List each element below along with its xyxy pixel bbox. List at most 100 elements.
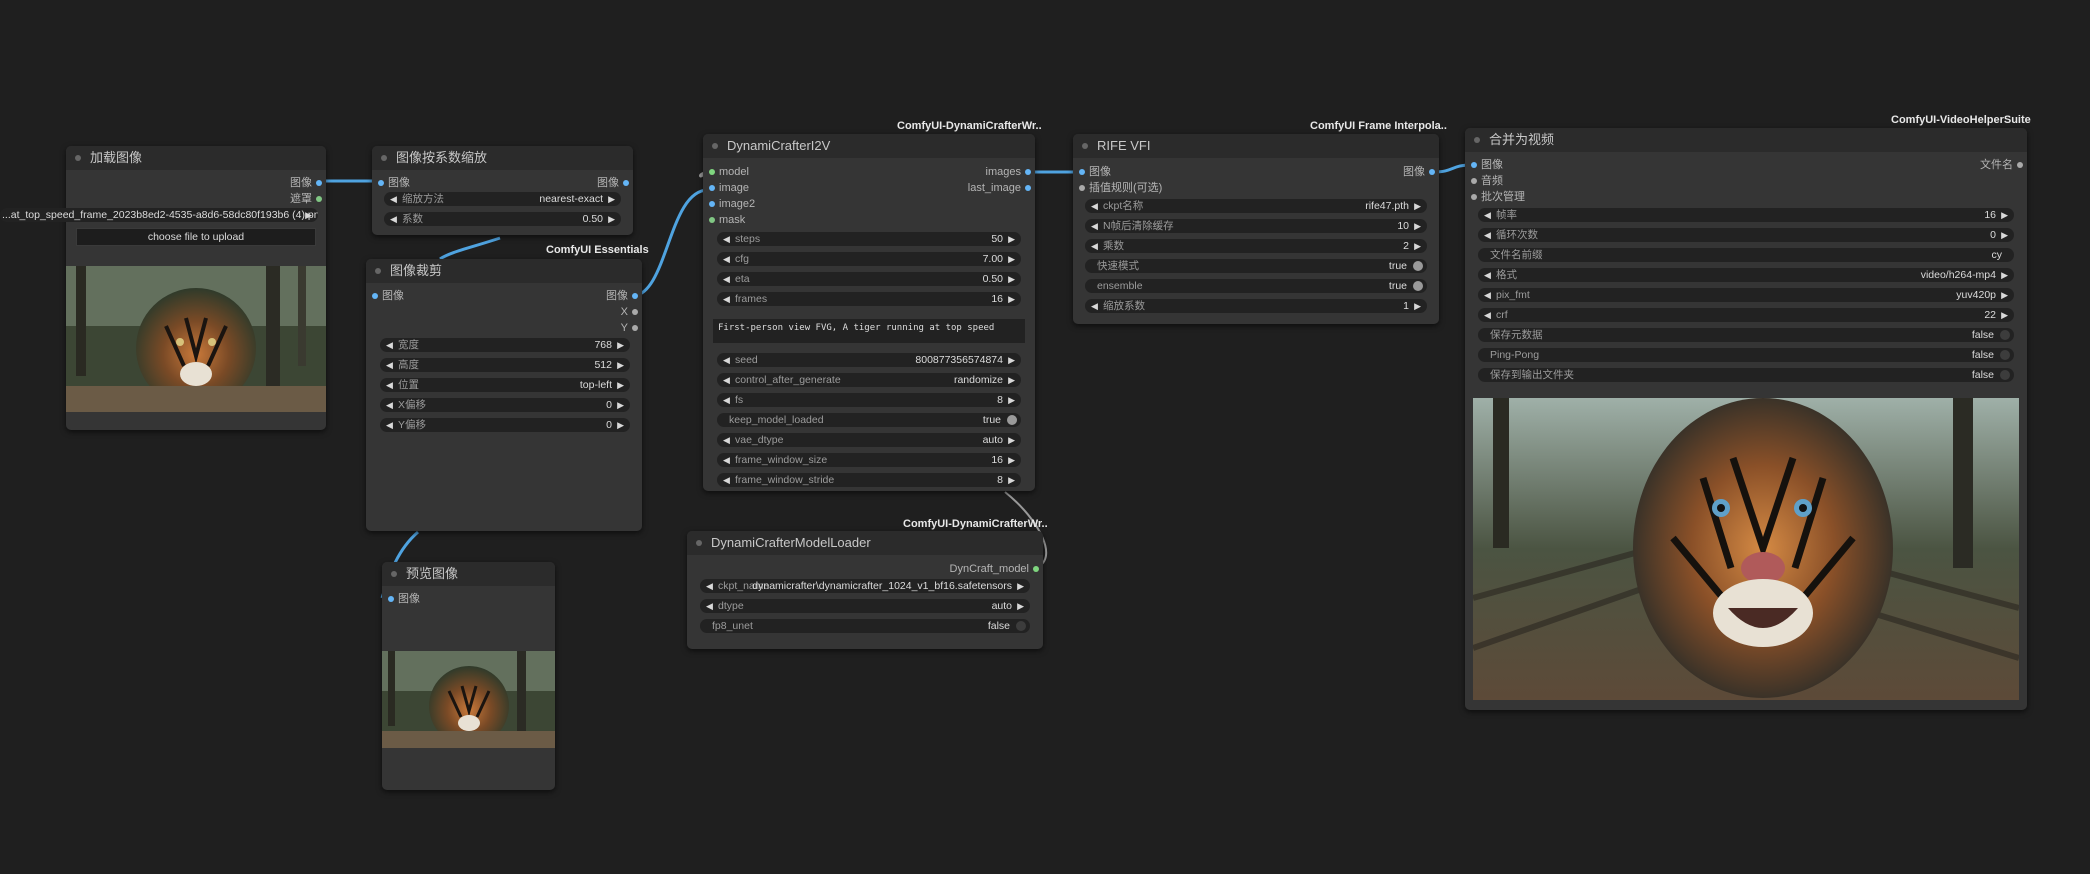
loader-title[interactable]: DynamiCrafterModelLoader	[687, 531, 1043, 555]
arrow-right-icon[interactable]: ▶	[2001, 288, 2008, 302]
output-port-icon[interactable]	[623, 180, 629, 186]
arrow-right-icon[interactable]: ▶	[1008, 433, 1015, 447]
output-image[interactable]: 图像	[606, 289, 638, 303]
arrow-left-icon[interactable]: ◀	[1484, 268, 1491, 282]
arrow-left-icon[interactable]: ◀	[723, 232, 730, 246]
arrow-right-icon[interactable]: ▶	[1414, 219, 1421, 233]
crop-height-number[interactable]: ◀ 高度 512 ▶	[380, 358, 630, 372]
input-mask[interactable]: mask	[709, 213, 745, 227]
arrow-left-icon[interactable]: ◀	[706, 599, 713, 613]
output-port-icon[interactable]	[316, 196, 322, 202]
output-image[interactable]: 图像	[290, 176, 322, 190]
input-image[interactable]: 图像	[388, 592, 420, 606]
output-port-icon[interactable]	[316, 180, 322, 186]
frame-window-stride-number[interactable]: ◀ frame_window_stride 8 ▶	[717, 473, 1021, 487]
vae-dtype-combo[interactable]: ◀ vae_dtype auto ▶	[717, 433, 1021, 447]
input-port-icon[interactable]	[709, 185, 715, 191]
video-combine-node[interactable]: 合并为视频 图像 音频 批次管理 文件名 ◀ 帧率 16 ▶ ◀ 循环次数 0 ▶ 文件名前…	[1465, 128, 2027, 710]
frame-window-size-number[interactable]: ◀ frame_window_size 16 ▶	[717, 453, 1021, 467]
clear-cache-number[interactable]: ◀ N帧后清除缓存 10 ▶	[1085, 219, 1427, 233]
input-optional-interpolation[interactable]: 插值规则(可选)	[1079, 181, 1162, 195]
collapse-dot-icon[interactable]	[375, 268, 381, 274]
dynamicrafter-i2v-node[interactable]: DynamiCrafterI2V model image image2 mask…	[703, 134, 1035, 491]
loop-count-number[interactable]: ◀ 循环次数 0 ▶	[1478, 228, 2014, 242]
output-y[interactable]: Y	[621, 321, 638, 335]
arrow-right-icon[interactable]: ▶	[2001, 208, 2008, 222]
arrow-left-icon[interactable]: ◀	[386, 358, 393, 372]
arrow-left-icon[interactable]: ◀	[386, 418, 393, 432]
arrow-left-icon[interactable]: ◀	[723, 353, 730, 367]
crop-width-number[interactable]: ◀ 宽度 768 ▶	[380, 338, 630, 352]
fs-number[interactable]: ◀ fs 8 ▶	[717, 393, 1021, 407]
output-mask[interactable]: 遮罩	[290, 192, 322, 206]
input-port-icon[interactable]	[1471, 194, 1477, 200]
dtype-combo[interactable]: ◀ dtype auto ▶	[700, 599, 1030, 613]
crop-position-combo[interactable]: ◀ 位置 top-left ▶	[380, 378, 630, 392]
output-port-icon[interactable]	[632, 293, 638, 299]
arrow-right-icon[interactable]: ▶	[1017, 579, 1024, 593]
load-image-node[interactable]: 加载图像 图像 遮罩 ...at_top_speed_frame_2023b8e…	[0, 146, 326, 430]
scale-by-title[interactable]: 图像按系数缩放	[372, 146, 633, 170]
steps-number[interactable]: ◀ steps 50 ▶	[717, 232, 1021, 246]
arrow-left-icon[interactable]: ◀	[390, 192, 397, 206]
input-image[interactable]: 图像	[378, 176, 410, 190]
arrow-left-icon[interactable]: ◀	[723, 473, 730, 487]
arrow-right-icon[interactable]: ▶	[1414, 239, 1421, 253]
arrow-left-icon[interactable]: ◀	[1484, 288, 1491, 302]
eta-number[interactable]: ◀ eta 0.50 ▶	[717, 272, 1021, 286]
load-image-title[interactable]: 加载图像	[66, 146, 326, 170]
control-after-generate-combo[interactable]: ◀ control_after_generate randomize ▶	[717, 373, 1021, 387]
input-batch-manager[interactable]: 批次管理	[1471, 190, 1525, 204]
graph-canvas[interactable]: 加载图像 图像 遮罩 ...at_top_speed_frame_2023b8e…	[0, 0, 2090, 874]
input-port-icon[interactable]	[709, 169, 715, 175]
arrow-right-icon[interactable]: ▶	[617, 398, 624, 412]
arrow-left-icon[interactable]: ◀	[386, 378, 393, 392]
output-port-icon[interactable]	[632, 309, 638, 315]
arrow-right-icon[interactable]: ▶	[617, 338, 624, 352]
arrow-left-icon[interactable]: ◀	[723, 373, 730, 387]
arrow-left-icon[interactable]: ◀	[723, 272, 730, 286]
i2v-title[interactable]: DynamiCrafterI2V	[703, 134, 1035, 158]
arrow-left-icon[interactable]: ◀	[390, 212, 397, 226]
arrow-left-icon[interactable]: ◀	[723, 433, 730, 447]
arrow-right-icon[interactable]: ▶	[1008, 252, 1015, 266]
input-port-icon[interactable]	[709, 217, 715, 223]
output-images[interactable]: images	[986, 165, 1031, 179]
pix-fmt-combo[interactable]: ◀ pix_fmt yuv420p ▶	[1478, 288, 2014, 302]
arrow-left-icon[interactable]: ◀	[723, 393, 730, 407]
input-port-icon[interactable]	[378, 180, 384, 186]
arrow-left-icon[interactable]: ◀	[1091, 219, 1098, 233]
collapse-dot-icon[interactable]	[391, 571, 397, 577]
arrow-right-icon[interactable]: ▶	[617, 378, 624, 392]
arrow-left-icon[interactable]: ◀	[1091, 199, 1098, 213]
output-last-image[interactable]: last_image	[968, 181, 1031, 195]
input-image[interactable]: 图像	[372, 289, 404, 303]
arrow-right-icon[interactable]: ▶	[1414, 299, 1421, 313]
input-model[interactable]: model	[709, 165, 749, 179]
combine-title[interactable]: 合并为视频	[1465, 128, 2027, 152]
keep-model-loaded-toggle[interactable]: keep_model_loaded true	[717, 413, 1021, 427]
scale-factor-number[interactable]: ◀ 缩放系数 1 ▶	[1085, 299, 1427, 313]
output-port-icon[interactable]	[632, 325, 638, 331]
input-image[interactable]: 图像	[1471, 158, 1503, 172]
input-image[interactable]: image	[709, 181, 749, 195]
arrow-right-icon[interactable]: ▶	[1008, 373, 1015, 387]
arrow-left-icon[interactable]: ◀	[1484, 208, 1491, 222]
output-dyncraft-model[interactable]: DynCraft_model	[950, 562, 1039, 576]
output-filenames[interactable]: 文件名	[1980, 158, 2023, 172]
arrow-right-icon[interactable]: ▶	[1008, 473, 1015, 487]
arrow-right-icon[interactable]: ▶	[1008, 232, 1015, 246]
arrow-left-icon[interactable]: ◀	[723, 252, 730, 266]
arrow-right-icon[interactable]: ▶	[1008, 272, 1015, 286]
seed-number[interactable]: ◀ seed 800877356574874 ▶	[717, 353, 1021, 367]
preview-title[interactable]: 预览图像	[382, 562, 555, 586]
multiplier-number[interactable]: ◀ 乘数 2 ▶	[1085, 239, 1427, 253]
rife-vfi-node[interactable]: RIFE VFI 图像 插值规则(可选) 图像 ◀ ckpt名称 rife47.pt…	[1073, 134, 1439, 324]
ckpt-name-combo[interactable]: ◀ ckpt_name dynamicrafter\dynamicrafter_10…	[700, 579, 1030, 593]
output-port-icon[interactable]	[1025, 169, 1031, 175]
image-crop-node[interactable]: 图像裁剪 图像 图像 X Y ◀ 宽度 768 ▶ ◀ 高度 512 ▶ ◀ 位置 top-le…	[366, 259, 642, 531]
crop-title[interactable]: 图像裁剪	[366, 259, 642, 283]
arrow-right-icon[interactable]: ▶	[1008, 393, 1015, 407]
dynamicrafter-model-loader-node[interactable]: DynamiCrafterModelLoader DynCraft_model …	[687, 531, 1043, 649]
input-port-icon[interactable]	[1079, 169, 1085, 175]
